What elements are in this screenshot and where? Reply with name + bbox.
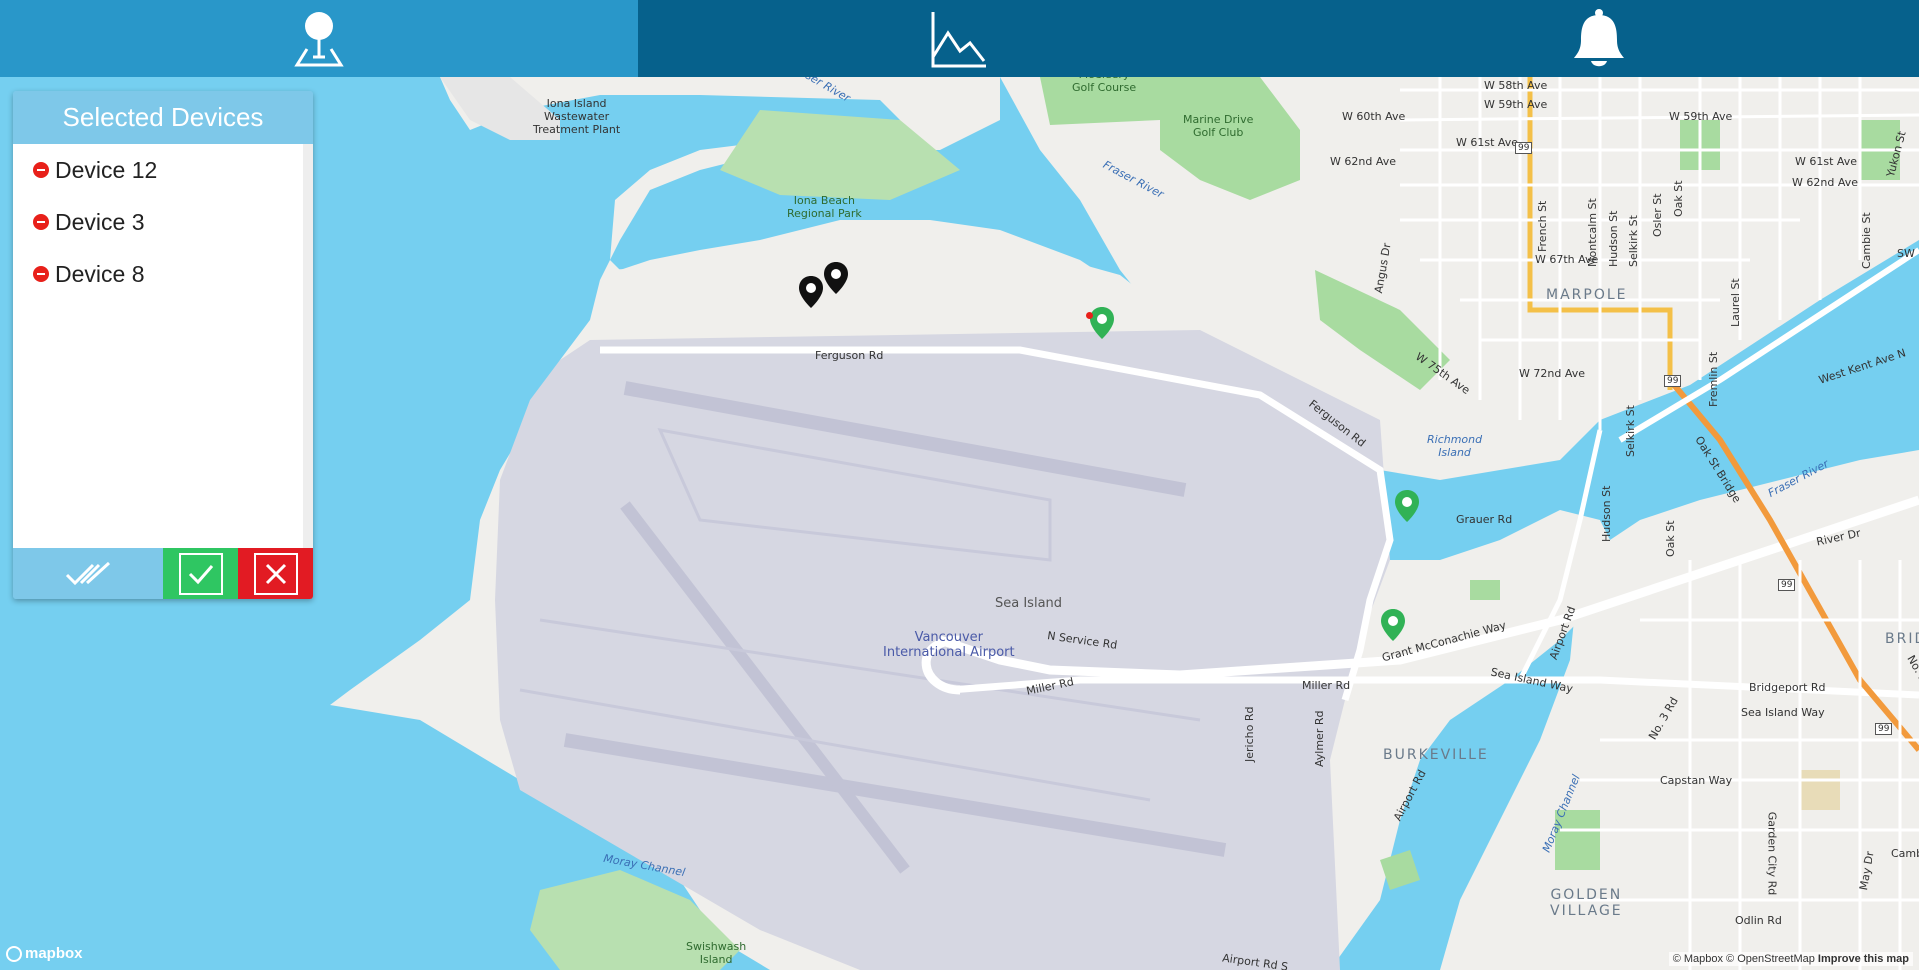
label-marpole: MARPOLE: [1546, 287, 1628, 303]
mapbox-logo-icon: [6, 945, 22, 962]
label-selkirk2: Selkirk St: [1624, 405, 1637, 457]
bell-icon: [1573, 8, 1624, 66]
label-capstan: Capstan Way: [1660, 774, 1733, 787]
check-icon: [188, 564, 213, 584]
label-ferguson-1: Ferguson Rd: [815, 349, 884, 362]
label-jericho: Jericho Rd: [1243, 706, 1256, 762]
selected-devices-panel: Selected Devices Device 12 Device 3 Devi…: [13, 91, 313, 599]
marker-black-2[interactable]: [823, 261, 849, 295]
label-selkirk: Selkirk St: [1627, 215, 1640, 267]
label-w58: W 58th Ave: [1484, 79, 1548, 92]
label-osler: Osler St: [1651, 193, 1664, 237]
label-sw: SW: [1897, 247, 1915, 260]
label-laurel: Laurel St: [1729, 278, 1742, 327]
tab-chart[interactable]: [638, 0, 1278, 77]
label-w60: W 60th Ave: [1342, 110, 1406, 123]
check-icon-box: [178, 552, 223, 595]
scrollbar[interactable]: [303, 144, 313, 548]
label-golden-village: GOLDEN VILLAGE: [1550, 887, 1623, 919]
device-name: Device 8: [55, 260, 145, 287]
marker-black-1[interactable]: [798, 275, 824, 309]
close-icon-box: [253, 552, 298, 595]
label-oak2: Oak St: [1664, 520, 1677, 557]
list-item: Device 12: [13, 144, 313, 196]
label-w62: W 62nd Ave: [1330, 155, 1396, 168]
label-burkeville: BURKEVILLE: [1383, 747, 1489, 763]
label-fremlin: Fremlin St: [1707, 351, 1720, 407]
label-swishwash: Swishwash Island: [686, 940, 747, 966]
label-hwy99-4: 99: [1875, 723, 1893, 735]
label-mccleery: McCleery Golf Course: [1072, 77, 1137, 94]
label-bridgeport: Bridgeport Rd: [1749, 681, 1826, 694]
double-check-icon: [65, 561, 111, 585]
label-aylmer: Aylmer Rd: [1313, 710, 1326, 767]
mapbox-logo-text: mapbox: [25, 945, 83, 962]
select-all-button[interactable]: [13, 548, 163, 599]
label-richmond-island: Richmond Island: [1427, 433, 1483, 459]
label-oak: Oak St: [1672, 180, 1685, 217]
remove-device-icon[interactable]: [33, 214, 49, 230]
label-hwy99-2: 99: [1664, 375, 1682, 387]
label-hwy99-1: 99: [1515, 142, 1533, 154]
list-item: Device 3: [13, 196, 313, 248]
label-grauer: Grauer Rd: [1456, 513, 1513, 526]
improve-map-link[interactable]: Improve this map: [1818, 953, 1909, 965]
panel-actions: [13, 548, 313, 599]
panel-title: Selected Devices: [13, 91, 313, 144]
label-w72: W 72nd Ave: [1519, 367, 1585, 380]
remove-device-icon[interactable]: [33, 266, 49, 282]
device-name: Device 3: [55, 208, 145, 235]
label-marine-drive: Marine Drive Golf Club: [1183, 113, 1254, 139]
map-attribution: © Mapbox © OpenStreetMap Improve this ma…: [1668, 952, 1913, 966]
confirm-button[interactable]: [163, 548, 238, 599]
label-sea-island: Sea Island: [995, 596, 1063, 611]
label-w61: W 61st Ave: [1456, 136, 1519, 149]
remove-device-icon[interactable]: [33, 162, 49, 178]
label-iona-park: Iona Beach Regional Park: [787, 194, 862, 220]
top-nav: [0, 0, 1919, 77]
attribution-text[interactable]: © Mapbox © OpenStreetMap: [1673, 953, 1815, 965]
marker-green-3[interactable]: [1380, 608, 1406, 642]
label-hwy99-3: 99: [1778, 579, 1796, 591]
label-hudson2: Hudson St: [1600, 485, 1613, 542]
mapbox-logo[interactable]: mapbox: [6, 945, 83, 962]
label-hudson: Hudson St: [1607, 210, 1620, 267]
label-miller-2: Miller Rd: [1302, 679, 1351, 692]
label-airport: Vancouver International Airport: [883, 630, 1015, 660]
label-odlin: Odlin Rd: [1735, 914, 1782, 927]
tab-alerts[interactable]: [1278, 0, 1919, 77]
tab-map[interactable]: [0, 0, 638, 77]
device-list: Device 12 Device 3 Device 8: [13, 144, 313, 548]
label-w59: W 59th Ave: [1484, 98, 1548, 111]
label-brid: BRID: [1885, 631, 1919, 647]
device-dot-red: [1086, 312, 1093, 319]
label-w59b: W 59th Ave: [1669, 110, 1733, 123]
device-name: Device 12: [55, 156, 158, 183]
label-cambie: Cambie St: [1860, 212, 1873, 269]
marker-green-2[interactable]: [1394, 489, 1420, 523]
list-item: Device 8: [13, 248, 313, 300]
line-chart-icon: [931, 11, 986, 67]
cancel-button[interactable]: [238, 548, 313, 599]
label-garden-city: Garden City Rd: [1765, 811, 1779, 896]
marker-green-1[interactable]: [1089, 306, 1115, 340]
label-w61b: W 61st Ave: [1795, 155, 1858, 168]
close-icon: [265, 563, 286, 584]
label-french: French St: [1536, 200, 1549, 252]
label-camb: Camb: [1891, 847, 1919, 860]
label-montcalm: Montcalm St: [1586, 198, 1599, 267]
label-w62b: W 62nd Ave: [1792, 176, 1858, 189]
map-pin-icon: [294, 11, 344, 66]
label-sea-island-way-2: Sea Island Way: [1741, 706, 1825, 719]
label-iona-plant: Iona Island Wastewater Treatment Plant: [533, 97, 621, 136]
